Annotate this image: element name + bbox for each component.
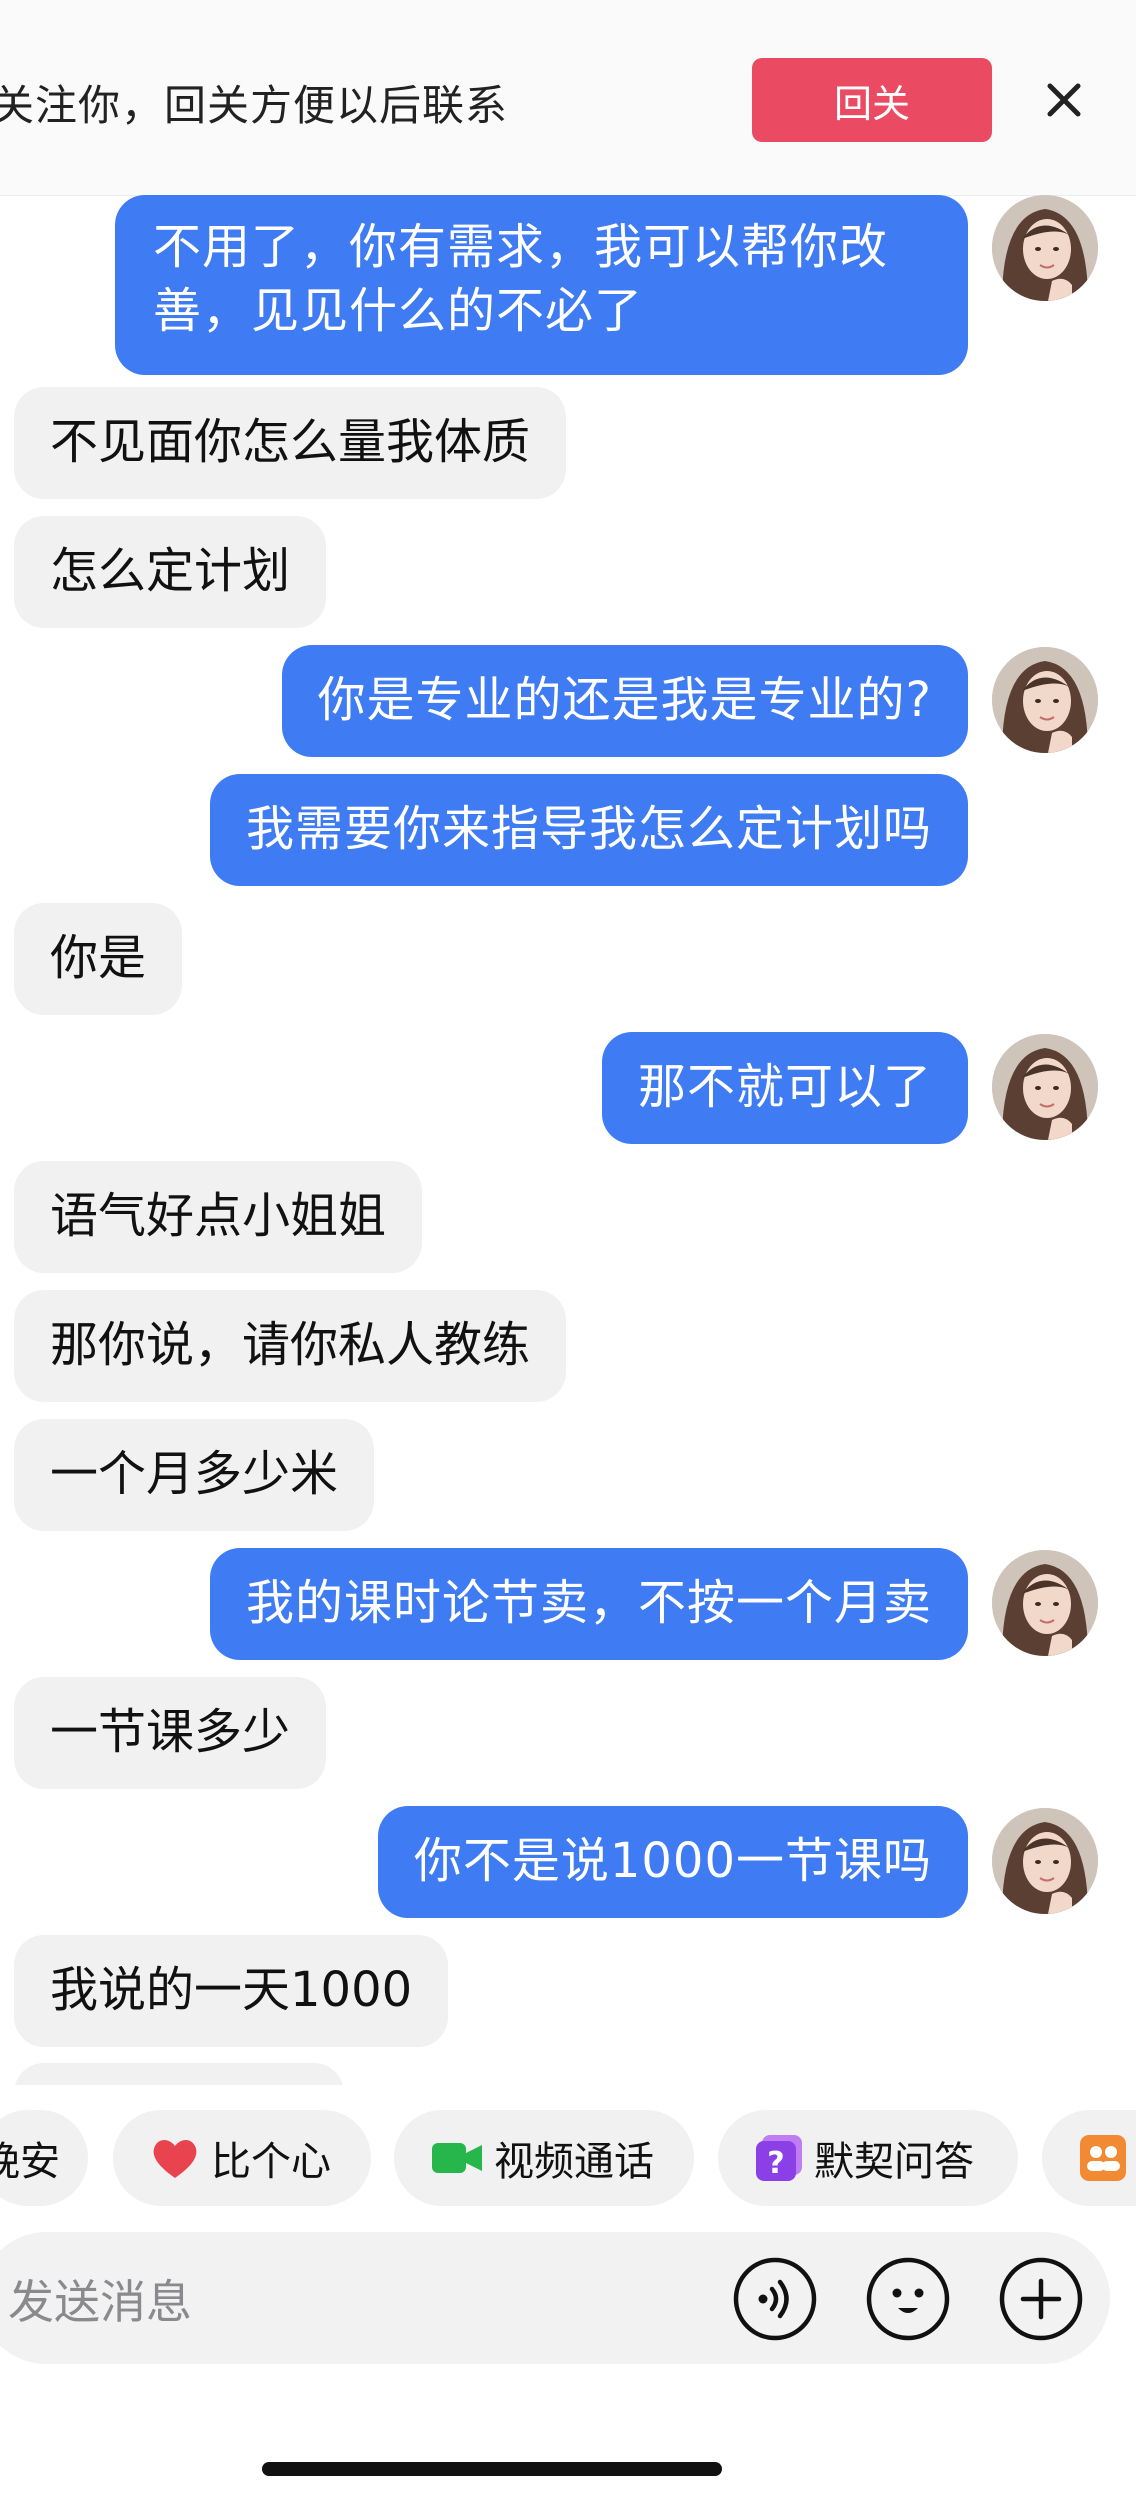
outgoing-message[interactable]: 我需要你来指导我怎么定计划吗	[209, 774, 968, 886]
quick-action-heart[interactable]: 比个心	[113, 2110, 371, 2206]
quick-action-goodnight[interactable]: 晚安	[0, 2110, 88, 2206]
incoming-message[interactable]: 我说的一天1000	[14, 1935, 449, 2047]
quick-action-label: 默契问答	[814, 2139, 974, 2185]
quick-action-label: 视频通话	[494, 2139, 654, 2185]
incoming-message[interactable]: 一节课多少	[14, 1677, 327, 1789]
avatar[interactable]	[992, 647, 1098, 753]
svg-text:?: ?	[767, 2146, 784, 2181]
home-indicator	[262, 2462, 722, 2476]
heart-icon	[151, 2136, 199, 2180]
follow-back-banner: 关注你，回关方便以后联系 回关	[0, 0, 1136, 196]
avatar[interactable]	[992, 1550, 1098, 1656]
avatar[interactable]	[992, 1808, 1098, 1914]
quick-action-label: 比个心	[211, 2139, 331, 2185]
quick-action-more[interactable]	[1042, 2110, 1136, 2206]
emoji-icon[interactable]	[865, 2256, 951, 2342]
quick-action-video-call[interactable]: 视频通话	[394, 2110, 694, 2206]
message-input[interactable]: 发送消息	[8, 2266, 192, 2332]
banner-message: 关注你，回关方便以后联系	[0, 81, 509, 130]
incoming-message-partial	[14, 2063, 344, 2085]
plus-icon[interactable]	[998, 2256, 1084, 2342]
incoming-message[interactable]: 怎么定计划	[14, 516, 327, 628]
voice-icon[interactable]	[732, 2256, 818, 2342]
outgoing-message[interactable]: 你是专业的还是我是专业的?	[281, 645, 968, 757]
quick-action-quiz[interactable]: ? 默契问答	[718, 2110, 1018, 2206]
outgoing-message[interactable]: 不用了，你有需求，我可以帮你改善，见见什么的不必了	[115, 195, 968, 375]
video-camera-icon	[432, 2141, 482, 2175]
group-icon	[1080, 2135, 1126, 2181]
chat-message-list[interactable]: 不用了，你有需求，我可以帮你改善，见见什么的不必了 不见面你怎么量我体质 怎么定…	[0, 195, 1136, 2085]
quick-action-label: 晚安	[0, 2139, 60, 2185]
close-icon[interactable]	[1040, 72, 1088, 128]
outgoing-message[interactable]: 那不就可以了	[601, 1032, 968, 1144]
outgoing-message[interactable]: 你不是说1000一节课吗	[377, 1806, 968, 1918]
incoming-message[interactable]: 不见面你怎么量我体质	[14, 387, 567, 499]
message-input-bar: 发送消息	[0, 2232, 1110, 2364]
question-card-icon: ?	[756, 2135, 802, 2181]
incoming-message[interactable]: 那你说，请你私人教练	[14, 1290, 567, 1402]
incoming-message[interactable]: 你是	[14, 903, 183, 1015]
incoming-message[interactable]: 一个月多少米	[14, 1419, 375, 1531]
outgoing-message[interactable]: 我的课时论节卖，不按一个月卖	[209, 1548, 968, 1660]
quick-action-bar: 晚安 比个心 视频通话 ? 默契问答	[0, 2102, 1136, 2206]
follow-back-button[interactable]: 回关	[752, 58, 992, 142]
avatar[interactable]	[992, 1034, 1098, 1140]
incoming-message[interactable]: 语气好点小姐姐	[14, 1161, 423, 1273]
avatar[interactable]	[992, 195, 1098, 301]
